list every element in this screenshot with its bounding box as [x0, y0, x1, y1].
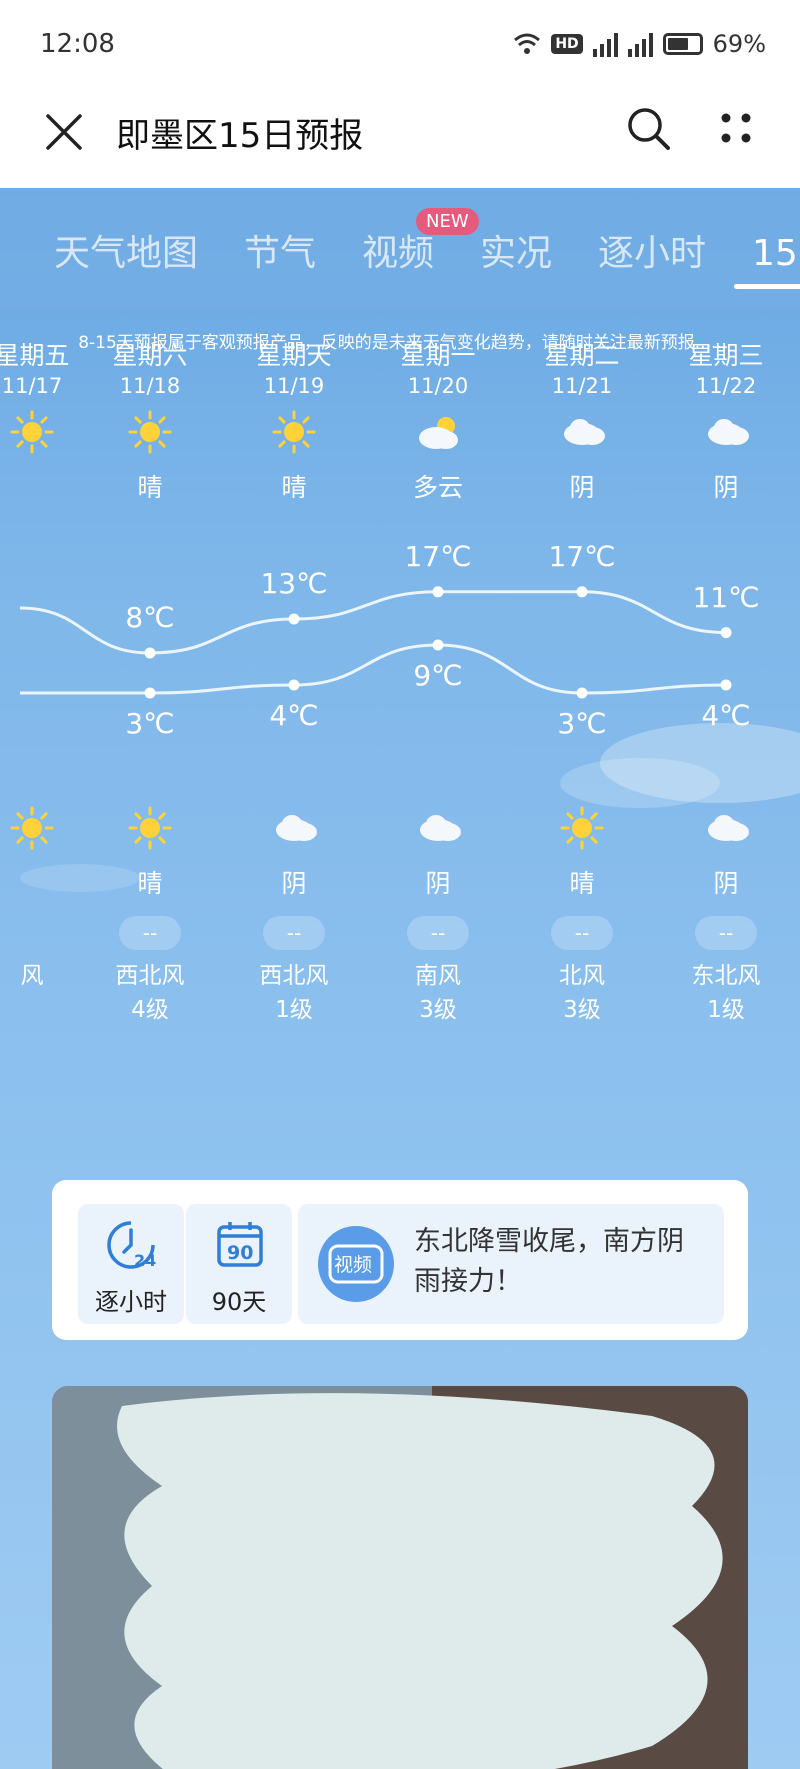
close-icon[interactable] [42, 110, 86, 154]
redacted-image [52, 1386, 748, 1769]
high-temp-point [432, 586, 444, 598]
low-temp-point [720, 679, 732, 691]
wifi-icon [514, 33, 541, 54]
battery-icon [662, 33, 703, 55]
signal-4g-icon [592, 31, 618, 57]
ninety-day-label: 90天 [211, 1288, 267, 1316]
clock-24-text: 24 [134, 1251, 156, 1270]
low-temp-point [144, 687, 156, 699]
low-temp-label: 3℃ [557, 707, 607, 740]
low-temp-label: 3℃ [125, 707, 175, 740]
news-item[interactable]: 视频 东北降雪收尾，南方阴雨接力！ [298, 1204, 724, 1324]
video-icon-label: 视频 [334, 1254, 372, 1276]
low-temp-label: 4℃ [701, 699, 751, 732]
ninety-day-button[interactable]: 90 90天 [186, 1204, 292, 1324]
app-header: 即墨区15日预报 [0, 88, 800, 188]
signal-4g-2-icon [627, 31, 653, 57]
battery-percent: 69% [712, 30, 766, 58]
video-icon: 视频 [318, 1226, 394, 1302]
high-temp-label: 11℃ [692, 580, 760, 614]
clock-24-icon: 24 [107, 1221, 156, 1270]
status-time: 12:08 [40, 29, 115, 59]
high-temp-point [576, 586, 588, 598]
status-icons: HD 69% [513, 30, 766, 58]
search-icon[interactable] [624, 104, 674, 154]
calendar-90-text: 90 [227, 1242, 253, 1264]
hourly-button[interactable]: 24 逐小时 [78, 1204, 184, 1324]
high-temp-label: 8℃ [125, 601, 175, 634]
high-temp-label: 17℃ [548, 539, 616, 573]
low-temp-line [20, 643, 727, 695]
news-headline: 东北降雪收尾，南方阴雨接力！ [414, 1226, 684, 1297]
high-temp-point [144, 647, 156, 659]
high-temp-label: 13℃ [260, 567, 328, 600]
low-temp-label: 9℃ [413, 659, 463, 692]
news-media-card[interactable] [52, 1386, 748, 1769]
hd-icon: HD [551, 34, 583, 54]
low-temp-point [432, 639, 444, 651]
calendar-90-icon: 90 [217, 1222, 263, 1267]
high-temp-point [720, 627, 732, 639]
low-temp-point [576, 687, 588, 699]
high-temp-label: 17℃ [404, 539, 472, 573]
low-temp-label: 4℃ [269, 699, 319, 732]
status-bar: 12:08 HD 69% [0, 0, 800, 88]
temperature-chart [19, 586, 732, 699]
low-temp-point [288, 679, 300, 691]
page-title: 即墨区15日预报 [116, 116, 364, 156]
hourly-label: 逐小时 [95, 1288, 167, 1316]
forecast-panel: 天气地图 节气 视频 NEW 实况 逐小时 15日 8-15天预报属于客观预报产… [0, 188, 800, 1769]
more-options-icon[interactable] [716, 106, 756, 150]
high-temp-point [288, 613, 300, 625]
quick-links-card: 24 逐小时 90 90天 视频 东北降雪收尾，南方阴雨接力！ [52, 1180, 748, 1340]
